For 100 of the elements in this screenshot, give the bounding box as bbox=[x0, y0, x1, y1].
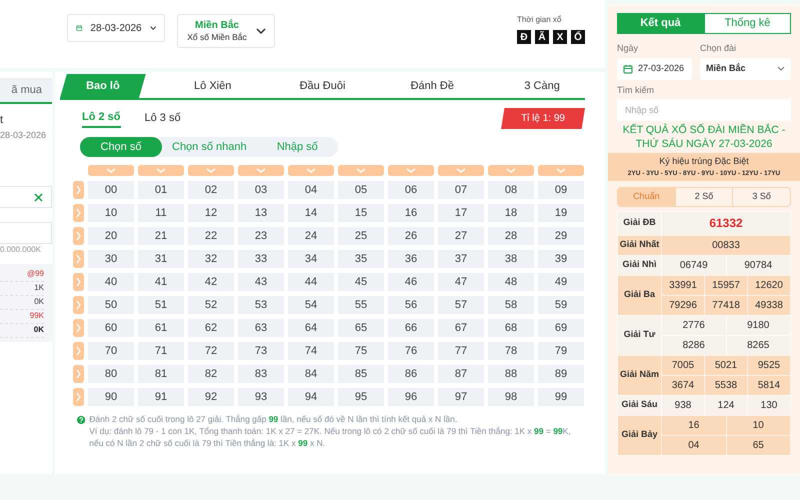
number-button[interactable]: 43 bbox=[238, 273, 284, 291]
number-button[interactable]: 91 bbox=[138, 388, 184, 406]
number-button[interactable]: 99 bbox=[538, 388, 584, 406]
date-field[interactable]: 27-03-2026 bbox=[617, 58, 692, 80]
column-select-button[interactable] bbox=[438, 165, 484, 176]
number-button[interactable]: 76 bbox=[388, 342, 434, 360]
number-button[interactable]: 92 bbox=[188, 388, 234, 406]
number-button[interactable]: 20 bbox=[88, 227, 134, 245]
row-select-button[interactable] bbox=[73, 227, 84, 245]
number-button[interactable]: 98 bbox=[488, 388, 534, 406]
station-select[interactable]: Miền Bắc bbox=[700, 58, 791, 80]
number-button[interactable]: 51 bbox=[138, 296, 184, 314]
column-select-button[interactable] bbox=[488, 165, 534, 176]
tab[interactable]: Đánh Đề bbox=[389, 74, 476, 98]
number-button[interactable]: 00 bbox=[88, 181, 134, 199]
number-button[interactable]: 03 bbox=[238, 181, 284, 199]
number-button[interactable]: 10 bbox=[88, 204, 134, 222]
number-button[interactable]: 21 bbox=[138, 227, 184, 245]
tab[interactable]: Đầu Đuôi bbox=[280, 74, 366, 98]
number-button[interactable]: 15 bbox=[338, 204, 384, 222]
row-select-button[interactable] bbox=[73, 319, 84, 337]
number-button[interactable]: 16 bbox=[388, 204, 434, 222]
number-button[interactable]: 22 bbox=[188, 227, 234, 245]
number-button[interactable]: 46 bbox=[388, 273, 434, 291]
number-button[interactable]: 39 bbox=[538, 250, 584, 268]
number-button[interactable]: 34 bbox=[288, 250, 334, 268]
number-button[interactable]: 62 bbox=[188, 319, 234, 337]
number-button[interactable]: 87 bbox=[438, 365, 484, 383]
number-button[interactable]: 67 bbox=[438, 319, 484, 337]
number-button[interactable]: 44 bbox=[288, 273, 334, 291]
number-button[interactable]: 61 bbox=[138, 319, 184, 337]
number-button[interactable]: 26 bbox=[388, 227, 434, 245]
number-button[interactable]: 82 bbox=[188, 365, 234, 383]
input-field[interactable] bbox=[0, 222, 52, 244]
number-button[interactable]: 54 bbox=[288, 296, 334, 314]
number-button[interactable]: 24 bbox=[288, 227, 334, 245]
number-button[interactable]: 30 bbox=[88, 250, 134, 268]
number-button[interactable]: 37 bbox=[438, 250, 484, 268]
number-button[interactable]: 85 bbox=[338, 365, 384, 383]
number-button[interactable]: 07 bbox=[438, 181, 484, 199]
number-button[interactable]: 13 bbox=[238, 204, 284, 222]
number-button[interactable]: 47 bbox=[438, 273, 484, 291]
column-select-button[interactable] bbox=[188, 165, 234, 176]
number-button[interactable]: 48 bbox=[488, 273, 534, 291]
number-button[interactable]: 27 bbox=[438, 227, 484, 245]
number-button[interactable]: 63 bbox=[238, 319, 284, 337]
row-select-button[interactable] bbox=[73, 273, 84, 291]
number-button[interactable]: 11 bbox=[138, 204, 184, 222]
number-button[interactable]: 08 bbox=[488, 181, 534, 199]
number-button[interactable]: 01 bbox=[138, 181, 184, 199]
number-button[interactable]: 81 bbox=[138, 365, 184, 383]
number-button[interactable]: 25 bbox=[338, 227, 384, 245]
number-button[interactable]: 17 bbox=[438, 204, 484, 222]
number-button[interactable]: 72 bbox=[188, 342, 234, 360]
number-button[interactable]: 29 bbox=[538, 227, 584, 245]
number-button[interactable]: 56 bbox=[388, 296, 434, 314]
number-button[interactable]: 90 bbox=[88, 388, 134, 406]
number-button[interactable]: 89 bbox=[538, 365, 584, 383]
number-button[interactable]: 40 bbox=[88, 273, 134, 291]
number-button[interactable]: 57 bbox=[438, 296, 484, 314]
input-field[interactable] bbox=[0, 186, 52, 208]
number-button[interactable]: 97 bbox=[438, 388, 484, 406]
number-button[interactable]: 19 bbox=[538, 204, 584, 222]
tab[interactable]: ã mua bbox=[0, 78, 52, 104]
column-select-button[interactable] bbox=[88, 165, 134, 176]
number-button[interactable]: 38 bbox=[488, 250, 534, 268]
number-button[interactable]: 49 bbox=[538, 273, 584, 291]
number-button[interactable]: 14 bbox=[288, 204, 334, 222]
row-select-button[interactable] bbox=[73, 365, 84, 383]
number-button[interactable]: 23 bbox=[238, 227, 284, 245]
number-button[interactable]: 71 bbox=[138, 342, 184, 360]
number-button[interactable]: 84 bbox=[288, 365, 334, 383]
tab[interactable]: Lô Xiên bbox=[170, 74, 256, 98]
number-button[interactable]: 04 bbox=[288, 181, 334, 199]
number-button[interactable]: 32 bbox=[188, 250, 234, 268]
number-button[interactable]: 86 bbox=[388, 365, 434, 383]
subtab[interactable]: Lô 3 số bbox=[144, 110, 181, 127]
row-select-button[interactable] bbox=[73, 250, 84, 268]
number-button[interactable]: 79 bbox=[538, 342, 584, 360]
row-select-button[interactable] bbox=[73, 342, 84, 360]
number-button[interactable]: 31 bbox=[138, 250, 184, 268]
number-button[interactable]: 45 bbox=[338, 273, 384, 291]
number-button[interactable]: 28 bbox=[488, 227, 534, 245]
search-field[interactable]: Nhập số bbox=[617, 99, 791, 121]
row-select-button[interactable] bbox=[73, 181, 84, 199]
column-select-button[interactable] bbox=[238, 165, 284, 176]
number-button[interactable]: 80 bbox=[88, 365, 134, 383]
column-select-button[interactable] bbox=[138, 165, 184, 176]
column-select-button[interactable] bbox=[388, 165, 434, 176]
date-select[interactable]: 28-03-2026 bbox=[67, 14, 165, 42]
number-button[interactable]: 96 bbox=[388, 388, 434, 406]
number-button[interactable]: 93 bbox=[238, 388, 284, 406]
number-button[interactable]: 58 bbox=[488, 296, 534, 314]
mode-button[interactable]: 3 Số bbox=[732, 188, 790, 206]
number-button[interactable]: 78 bbox=[488, 342, 534, 360]
number-button[interactable]: 69 bbox=[538, 319, 584, 337]
number-button[interactable]: 06 bbox=[388, 181, 434, 199]
number-button[interactable]: 88 bbox=[488, 365, 534, 383]
number-button[interactable]: 05 bbox=[338, 181, 384, 199]
number-button[interactable]: 83 bbox=[238, 365, 284, 383]
